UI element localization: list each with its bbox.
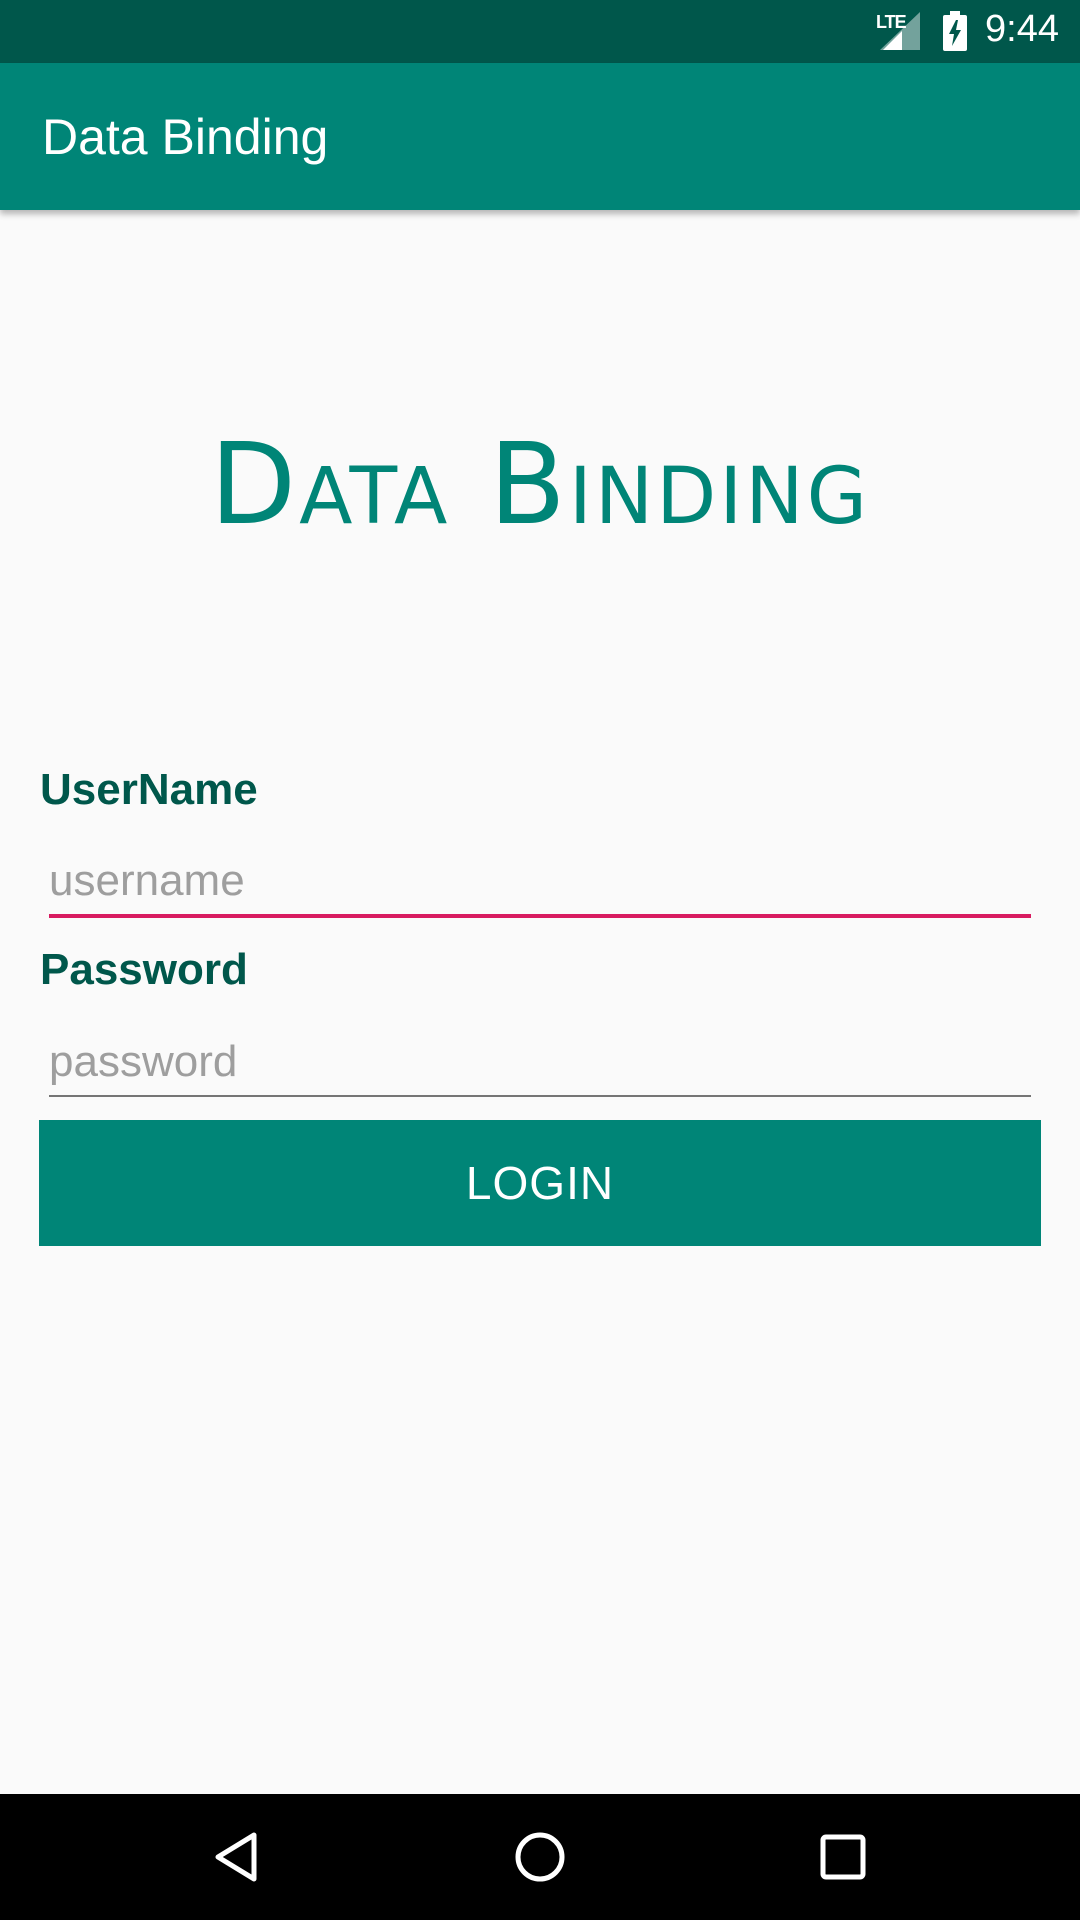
recents-icon[interactable]: [813, 1827, 873, 1887]
status-bar: LTE 9:44: [0, 0, 1080, 63]
password-input[interactable]: [49, 1029, 1031, 1097]
login-button[interactable]: LOGIN: [39, 1120, 1041, 1246]
app-bar: Data Binding: [0, 63, 1080, 210]
home-icon[interactable]: [510, 1827, 570, 1887]
app-bar-title: Data Binding: [42, 109, 329, 165]
back-icon[interactable]: [206, 1827, 266, 1887]
clock: 9:44: [985, 8, 1059, 50]
screen: LTE 9:44 Data Binding Data Binding UserN…: [0, 0, 1080, 1920]
password-label: Password: [40, 945, 248, 994]
hero-title: Data Binding: [209, 420, 871, 550]
navigation-bar: [0, 1794, 1080, 1920]
battery-charging-icon: [943, 11, 967, 51]
signal-icon: [880, 12, 920, 50]
username-label: UserName: [40, 765, 258, 814]
username-input[interactable]: [49, 848, 1031, 918]
